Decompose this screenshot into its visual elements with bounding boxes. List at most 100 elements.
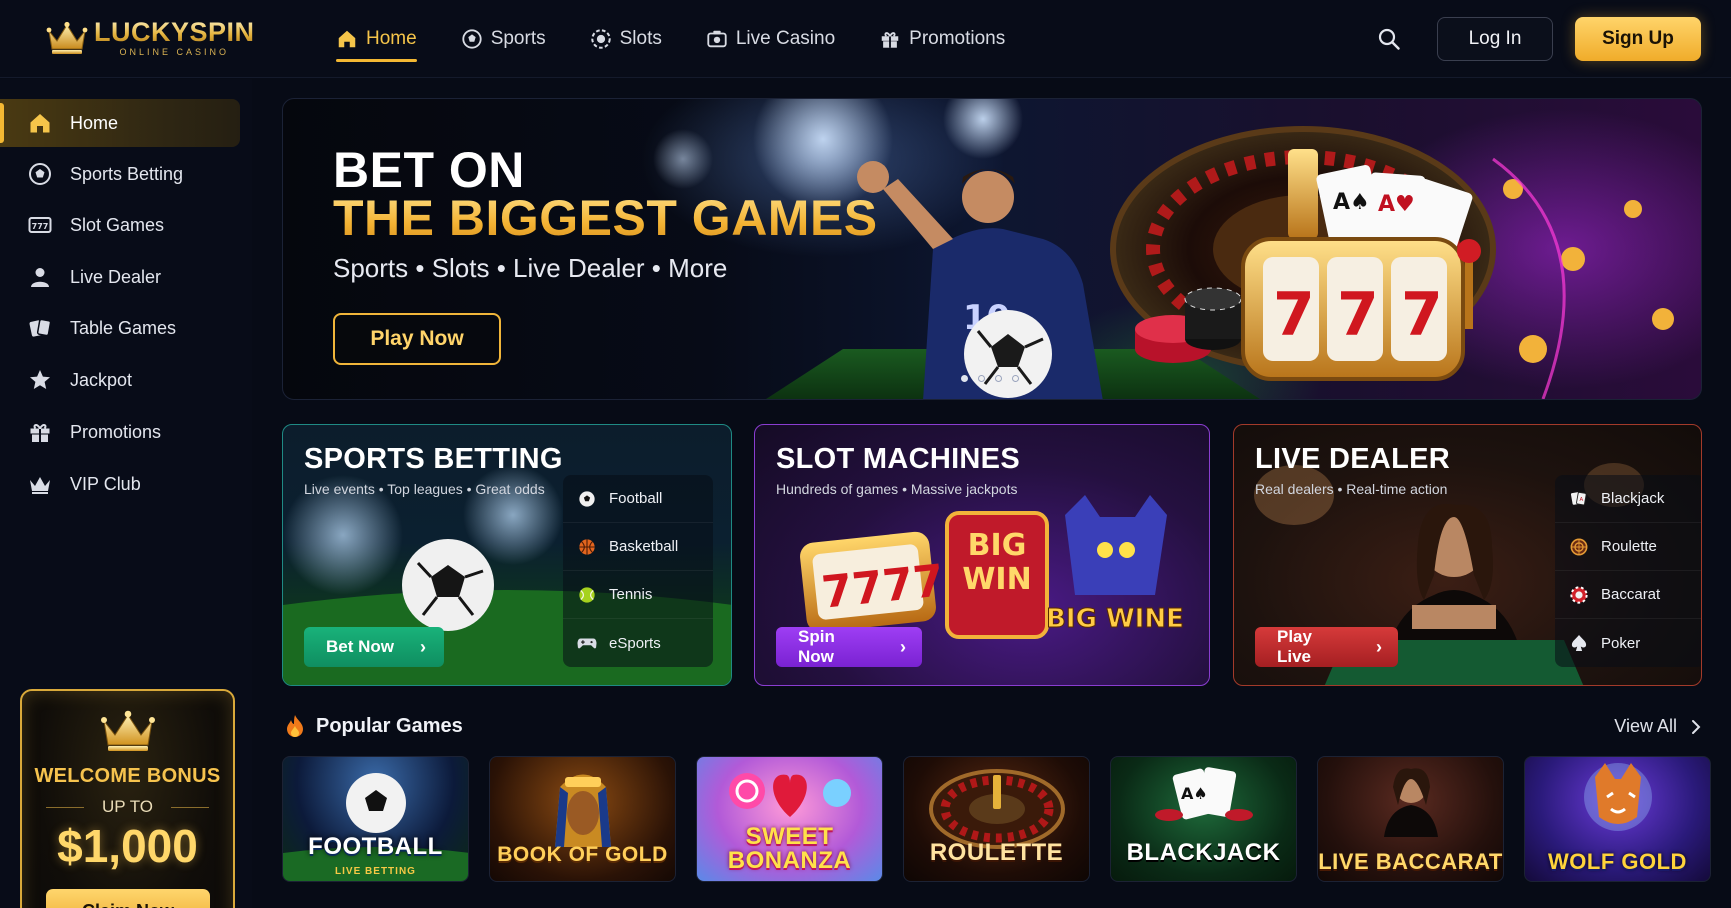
sidebar-item-label: Promotions: [70, 421, 162, 442]
soccer-ball-icon: [461, 28, 483, 50]
camera-icon: [706, 28, 728, 50]
sub-item-esports[interactable]: eSports: [563, 619, 713, 667]
chip-icon: [1569, 585, 1589, 605]
signup-button[interactable]: Sign Up: [1575, 17, 1701, 61]
card-description: Live events • Top leagues • Great odds: [304, 481, 545, 497]
sidebar-item-home[interactable]: Home: [0, 99, 240, 147]
home-icon: [336, 28, 358, 50]
sidebar-item-promotions[interactable]: Promotions: [0, 408, 240, 456]
nav-promotions[interactable]: Promotions: [879, 0, 1005, 78]
game-tile-roulette[interactable]: ROULETTE: [903, 756, 1090, 882]
bonus-amount: $1,000: [57, 820, 198, 872]
sidebar-item-jackpot[interactable]: Jackpot: [0, 356, 240, 404]
sub-item-roulette[interactable]: Roulette: [1555, 523, 1701, 571]
basketball-icon: [577, 537, 597, 557]
sub-item-basketball[interactable]: Basketball: [563, 523, 713, 571]
card-description: Real dealers • Real-time action: [1255, 481, 1448, 497]
chevron-right-icon: ›: [1376, 636, 1382, 657]
nav-home[interactable]: Home: [336, 0, 417, 78]
game-tile-sweet-bonanza[interactable]: SWEET BONANZA: [696, 756, 883, 882]
spade-icon: [1569, 633, 1589, 653]
chevron-right-icon: [1692, 719, 1701, 734]
game-tile-live-baccarat[interactable]: LIVE BACCARAT: [1317, 756, 1504, 882]
sports-betting-card[interactable]: SPORTS BETTING Live events • Top leagues…: [282, 424, 732, 686]
sub-item-label: Tennis: [609, 586, 653, 603]
carousel-dot[interactable]: [978, 375, 985, 382]
live-dealer-card[interactable]: LIVE DEALER Real dealers • Real-time act…: [1233, 424, 1702, 686]
svg-text:A: A: [1579, 496, 1583, 502]
brand-name: LUCKYSPIN: [94, 17, 255, 47]
carousel-dot[interactable]: [1012, 375, 1019, 382]
sidebar-item-table-games[interactable]: Table Games: [0, 304, 240, 352]
gift-icon: [879, 28, 901, 50]
crown-icon: [46, 21, 88, 54]
sidebar-item-sports-betting[interactable]: Sports Betting: [0, 150, 240, 198]
nav-live-casino[interactable]: Live Casino: [706, 0, 835, 78]
game-tile-wolf-gold[interactable]: WOLF GOLD: [1524, 756, 1711, 882]
claim-bonus-button[interactable]: Claim Now: [46, 889, 210, 908]
gamepad-icon: [577, 633, 597, 653]
star-icon: [28, 368, 52, 392]
tennis-ball-icon: [577, 585, 597, 605]
game-tile-blackjack[interactable]: A♠ BLACKJACK: [1110, 756, 1297, 882]
sub-item-baccarat[interactable]: Baccarat: [1555, 571, 1701, 619]
sub-item-blackjack[interactable]: A Blackjack: [1555, 475, 1701, 523]
sidebar-item-label: Live Dealer: [70, 266, 162, 287]
big-wine-text: BIG WINE: [1046, 604, 1184, 634]
spin-now-button[interactable]: Spin Now ›: [776, 627, 922, 667]
nav-home-label: Home: [366, 28, 417, 49]
play-live-button[interactable]: Play Live ›: [1255, 627, 1398, 667]
card-title: LIVE DEALER: [1255, 443, 1451, 475]
game-title: WOLF GOLD: [1548, 849, 1687, 874]
game-subtitle: LIVE BETTING: [335, 866, 416, 877]
nav-sports-label: Sports: [490, 28, 546, 49]
search-icon: [1378, 28, 1400, 50]
nav-live-casino-label: Live Casino: [735, 28, 836, 49]
sports-sub-list: Football Basketball Tennis eSports: [563, 475, 713, 667]
nav-slots[interactable]: Slots: [590, 0, 662, 78]
sidebar-item-vip-club[interactable]: VIP Club: [0, 460, 240, 508]
svg-text:A♥: A♥: [1378, 192, 1415, 217]
sub-item-tennis[interactable]: Tennis: [563, 571, 713, 619]
view-all-link[interactable]: View All: [1614, 716, 1701, 737]
gift-icon: [28, 420, 52, 444]
sub-item-label: Roulette: [1601, 538, 1657, 555]
popular-games-header: Popular Games: [284, 714, 463, 738]
slot-machines-card[interactable]: 7777 BIG WIN BIG WINE SLOT MACHINES Hund…: [754, 424, 1210, 686]
game-tile-football[interactable]: FOOTBALL LIVE BETTING: [282, 756, 469, 882]
sidebar-item-label: Home: [70, 112, 119, 133]
sub-item-football[interactable]: Football: [563, 475, 713, 523]
hero-play-now-button[interactable]: Play Now: [333, 313, 501, 365]
sidebar-item-label: Slot Games: [70, 214, 165, 235]
sub-item-poker[interactable]: Poker: [1555, 619, 1701, 667]
svg-text:7: 7: [1273, 280, 1315, 350]
crown-icon: [28, 472, 52, 496]
cards-icon: A: [1569, 489, 1589, 509]
chevron-right-icon: ›: [420, 636, 426, 657]
game-tile-book-of-gold[interactable]: BOOK OF GOLD: [489, 756, 676, 882]
card-title: SLOT MACHINES: [776, 443, 1020, 475]
sub-item-label: Basketball: [609, 538, 679, 555]
svg-text:WIN: WIN: [962, 562, 1031, 597]
login-button[interactable]: Log In: [1437, 17, 1553, 61]
button-label: Bet Now: [326, 637, 394, 656]
carousel-dot[interactable]: [995, 375, 1002, 382]
soccer-ball-icon: [577, 489, 597, 509]
sidebar-item-label: VIP Club: [70, 473, 141, 494]
bonus-up-to: UP TO: [22, 797, 233, 817]
carousel-dot[interactable]: [961, 375, 968, 382]
sub-item-label: Baccarat: [1601, 586, 1661, 603]
brand-logo[interactable]: LUCKYSPIN ONLINE CASINO: [46, 18, 255, 57]
bet-now-button[interactable]: Bet Now ›: [304, 627, 444, 667]
live-sub-list: A Blackjack Roulette Baccarat Poker: [1555, 475, 1701, 667]
nav-promotions-label: Promotions: [909, 28, 1006, 49]
nav-sports[interactable]: Sports: [461, 0, 546, 78]
card-title: SPORTS BETTING: [304, 443, 563, 475]
search-button[interactable]: [1375, 25, 1403, 53]
svg-text:7: 7: [1337, 280, 1379, 350]
cards-icon: [28, 316, 52, 340]
main-nav: Home Sports Slots Live Casino Promotions: [336, 0, 1049, 78]
top-navigation-bar: LUCKYSPIN ONLINE CASINO Home Sports Slot…: [0, 0, 1731, 78]
sidebar-item-live-dealer[interactable]: Live Dealer: [0, 253, 240, 301]
sidebar-item-slot-games[interactable]: 777 Slot Games: [0, 201, 240, 249]
